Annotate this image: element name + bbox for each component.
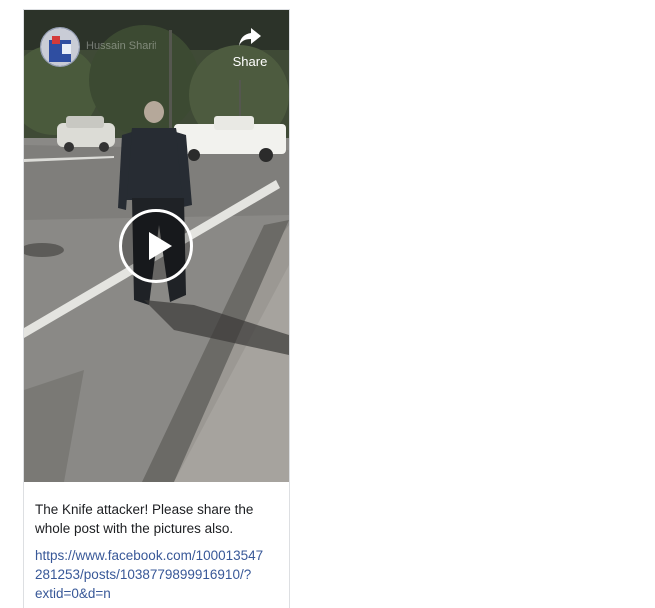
play-icon [149, 232, 172, 260]
play-button[interactable] [119, 209, 193, 283]
page-name[interactable]: Hussain Sharif [86, 40, 156, 52]
share-label: Share [232, 54, 268, 69]
video-player[interactable]: Hussain Sharif Share [24, 10, 289, 482]
post-link-line[interactable]: https://www.facebook.com/100013547 [35, 546, 280, 565]
post-link-line[interactable]: extid=0&d=n [35, 584, 280, 603]
post-link[interactable]: https://www.facebook.com/100013547 28125… [35, 546, 280, 603]
post-link-line[interactable]: 281253/posts/1038779899916910/? [35, 565, 280, 584]
share-arrow-icon [239, 28, 261, 46]
post-caption: The Knife attacker! Please share the who… [35, 502, 254, 536]
page-avatar[interactable] [40, 27, 80, 67]
facebook-video-embed: Hussain Sharif Share The Knife attacker!… [23, 9, 290, 608]
share-button[interactable]: Share [230, 26, 270, 69]
